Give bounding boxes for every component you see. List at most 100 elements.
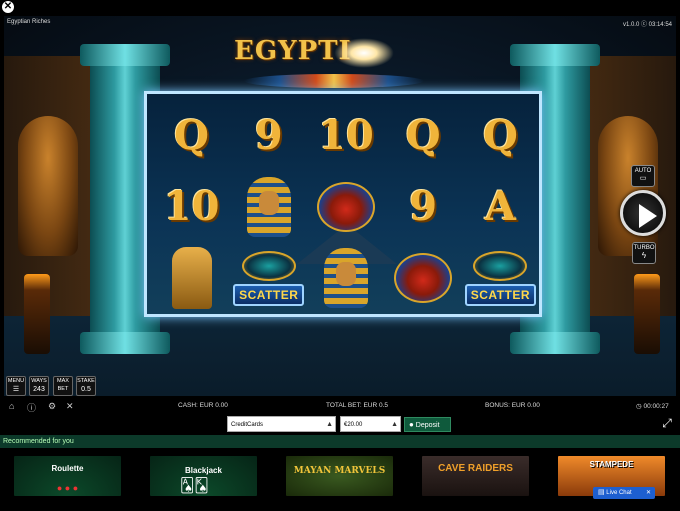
close-icon[interactable]: ✕: [2, 1, 14, 13]
symbol-card: Q: [174, 112, 210, 160]
payment-method-select[interactable]: CreditCards ▲: [227, 416, 336, 432]
symbol-scarab-icon: [316, 181, 375, 232]
tile-title: Roulette: [51, 464, 84, 473]
symbol-scatter: SCATTER: [464, 250, 537, 306]
fullscreen-icon[interactable]: ⤢: [660, 416, 674, 430]
ways-label: WAYS: [31, 378, 47, 384]
hamburger-icon: ☰: [12, 385, 20, 393]
max-bet-button[interactable]: MAX BET: [53, 376, 73, 396]
deposit-button[interactable]: ● Deposit: [404, 417, 451, 432]
symbol-card: 10: [318, 112, 374, 160]
close-icon[interactable]: ✕: [646, 487, 651, 499]
total-bet-display: TOTAL BET: EUR 0.5: [326, 402, 389, 409]
logo-flare: [334, 38, 394, 68]
reel-window: Q 9 10 Q Q 10 9 A SCATTER SCATTER: [144, 91, 542, 317]
mute-icon[interactable]: ✕: [66, 401, 74, 412]
game-tile-roulette[interactable]: Roulette ● ● ●: [14, 456, 121, 496]
brazier-left: [24, 274, 50, 354]
symbol-pharaoh-icon: [323, 248, 368, 309]
reel-cell: 10: [307, 100, 384, 171]
reel-cell: 9: [385, 171, 462, 242]
brazier-right: [634, 274, 660, 354]
turbo-button[interactable]: TURBO ϟ: [632, 242, 656, 264]
bet-label: BET: [57, 385, 69, 392]
home-icon[interactable]: ⌂: [9, 401, 14, 411]
cards-icon: 🂡🂮: [180, 477, 209, 493]
reel-cell: [307, 171, 384, 242]
tile-title: MAYAN MARVELS: [293, 466, 386, 476]
deposit-row: CreditCards ▲ €20.00 ▲ ● Deposit ⤢: [0, 414, 680, 436]
info-icon[interactable]: ⓘ: [27, 401, 36, 414]
deposit-amount-select[interactable]: €20.00 ▲: [340, 416, 401, 432]
session-time: 00:00:27: [643, 403, 669, 410]
symbol-card: 9: [254, 112, 283, 160]
reel-cell: SCATTER: [230, 243, 307, 314]
tile-title: Blackjack: [185, 466, 222, 475]
reel-cell: [385, 243, 462, 314]
status-bar: ⌂ ⓘ ⚙ ✕ CASH: EUR 0.00 TOTAL BET: EUR 0.…: [0, 398, 680, 414]
reel-cell: 10: [153, 171, 230, 242]
play-icon: [639, 204, 657, 228]
menu-label: MENU: [7, 378, 25, 384]
lightning-icon: ϟ: [641, 251, 647, 260]
coins-icon: ●: [409, 420, 414, 429]
stake-value: 0.5: [81, 385, 91, 393]
casino-page: ✕ Egyptian Riches v1.0.0 ⓒ 03:14:54 EGYP…: [0, 0, 680, 511]
recommended-strip: Roulette ● ● ● Blackjack 🂡🂮 MAYAN MARVEL…: [0, 448, 680, 511]
reel-grid: Q 9 10 Q Q 10 9 A SCATTER SCATTER: [153, 100, 539, 314]
reel-cell: Q: [153, 100, 230, 171]
tile-title: STAMPEDE: [589, 460, 634, 469]
game-title: Egyptian Riches: [7, 19, 51, 25]
live-chat-label: Live Chat: [606, 490, 632, 496]
logo-wing: [244, 74, 424, 88]
ways-display: WAYS 243: [29, 376, 49, 396]
version-clock: v1.0.0 ⓒ 03:14:54: [622, 22, 672, 28]
eye-of-horus-icon: [473, 250, 528, 281]
deposit-amount-value: €20.00: [344, 422, 363, 428]
reel-cell: 9: [230, 100, 307, 171]
live-chat-button[interactable]: ▤ Live Chat ✕: [593, 487, 655, 499]
reel-cell: Q: [385, 100, 462, 171]
reel-cell: SCATTER: [462, 243, 539, 314]
symbol-card: A: [484, 183, 516, 231]
game-logo: EGYPTI: [234, 34, 434, 92]
anubis-statue-left: [18, 116, 78, 256]
stake-label: STAKE: [77, 378, 95, 384]
reel-cell: [153, 243, 230, 314]
autoplay-button[interactable]: AUTO ▭: [631, 165, 655, 187]
game-tile-cave-raiders[interactable]: CAVE RAIDERS: [422, 456, 529, 496]
gear-icon[interactable]: ⚙: [48, 401, 56, 412]
cash-display: CASH: EUR 0.00: [178, 402, 228, 409]
symbol-card: Q: [405, 112, 441, 160]
game-tile-mayan-marvels[interactable]: MAYAN MARVELS: [286, 456, 393, 496]
eye-of-horus-icon: [241, 250, 296, 281]
session-timer: ◷ 00:00:27: [636, 403, 669, 410]
dropdown-arrow-icon: ▲: [326, 421, 333, 428]
max-label: MAX: [57, 378, 69, 384]
reel-cell: Q: [462, 100, 539, 171]
symbol-scarab-icon: [394, 253, 453, 304]
symbol-scatter: SCATTER: [233, 250, 305, 306]
chips-icon: ● ● ●: [56, 483, 79, 493]
ways-value: 243: [33, 385, 45, 393]
reel-cell: [307, 243, 384, 314]
menu-button[interactable]: MENU ☰: [6, 376, 26, 396]
stake-button[interactable]: STAKE 0.5: [76, 376, 96, 396]
symbol-card: 10: [163, 183, 220, 231]
dropdown-arrow-icon: ▲: [391, 421, 398, 428]
chat-icon: ▤: [598, 489, 605, 496]
bonus-display: BONUS: EUR 0.00: [485, 402, 540, 409]
game-frame: Egyptian Riches v1.0.0 ⓒ 03:14:54 EGYPTI…: [4, 16, 676, 396]
symbol-card: 9: [409, 183, 438, 231]
scatter-label: SCATTER: [233, 283, 305, 306]
reel-cell: A: [462, 171, 539, 242]
payment-method-value: CreditCards: [231, 422, 264, 428]
symbol-sphinx-icon: [171, 247, 212, 310]
scatter-label: SCATTER: [464, 283, 537, 306]
reel-cell: [230, 171, 307, 242]
spin-button[interactable]: [620, 190, 666, 236]
deposit-label: Deposit: [415, 422, 440, 429]
symbol-card: Q: [482, 112, 518, 160]
game-tile-blackjack[interactable]: Blackjack 🂡🂮: [150, 456, 257, 496]
autoplay-icon: ▭: [639, 175, 647, 182]
